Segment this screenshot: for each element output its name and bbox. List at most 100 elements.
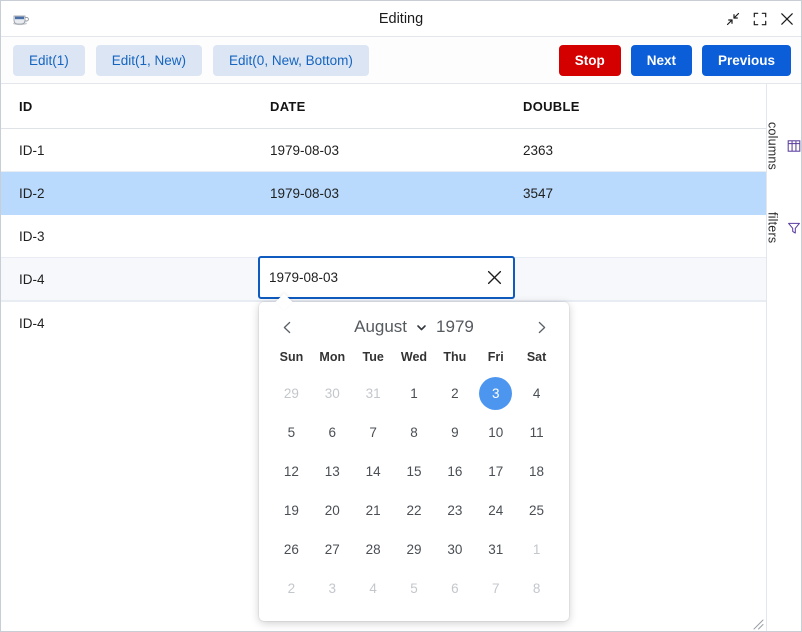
calendar-day-label: 31	[365, 386, 381, 401]
calendar-day-label: 3	[328, 581, 337, 596]
next-month-icon[interactable]	[530, 316, 552, 338]
calendar-day[interactable]: 5	[394, 569, 435, 608]
calendar-weekday-tue: Tue	[362, 350, 384, 364]
calendar-day[interactable]: 28	[353, 530, 394, 569]
minimize-icon[interactable]	[724, 10, 741, 27]
calendar-day-label: 30	[447, 542, 463, 557]
filter-funnel-icon	[785, 221, 802, 235]
calendar-year-label[interactable]: 1979	[436, 317, 474, 337]
grid-header-row: ID DATE DOUBLE	[1, 84, 766, 129]
calendar-day[interactable]: 12	[271, 452, 312, 491]
calendar-day[interactable]: 4	[516, 374, 557, 413]
column-header-id-label: ID	[19, 98, 33, 114]
calendar-day[interactable]: 26	[271, 530, 312, 569]
calendar-day[interactable]: 13	[312, 452, 353, 491]
calendar-day[interactable]: 2	[434, 374, 475, 413]
maximize-icon[interactable]	[751, 10, 768, 27]
calendar-day[interactable]: 24	[475, 491, 516, 530]
calendar-day[interactable]: 21	[353, 491, 394, 530]
column-header-date[interactable]: DATE	[249, 99, 501, 114]
calendar-day[interactable]: 27	[312, 530, 353, 569]
clear-date-icon[interactable]	[475, 258, 513, 297]
calendar-day[interactable]: 5	[271, 413, 312, 452]
calendar-day[interactable]: 22	[394, 491, 435, 530]
calendar-day[interactable]: 19	[271, 491, 312, 530]
calendar-day[interactable]: 1	[516, 530, 557, 569]
calendar-day[interactable]: 18	[516, 452, 557, 491]
column-header-double[interactable]: DOUBLE	[501, 99, 766, 114]
table-row[interactable]: ID-3	[1, 215, 766, 258]
calendar-day[interactable]: 31	[475, 530, 516, 569]
calendar-day[interactable]: 29	[271, 374, 312, 413]
cell-id: ID-1	[19, 142, 45, 158]
column-header-id[interactable]: ID	[1, 99, 249, 114]
window-controls	[724, 1, 795, 36]
calendar-day[interactable]: 9	[434, 413, 475, 452]
calendar-day[interactable]: 4	[353, 569, 394, 608]
calendar-day-label: 6	[328, 425, 337, 440]
calendar-day[interactable]: 7	[475, 569, 516, 608]
previous-button[interactable]: Previous	[701, 44, 791, 76]
calendar-weekday-fri: Fri	[487, 350, 504, 364]
calendar-day[interactable]: 2	[271, 569, 312, 608]
calendar-day-label: 12	[283, 464, 299, 479]
date-input[interactable]	[260, 258, 475, 297]
calendar-day-label: 22	[406, 503, 422, 518]
calendar-day[interactable]: 1	[394, 374, 435, 413]
calendar-weekday-wed: Wed	[400, 350, 428, 364]
calendar-day-label: 25	[529, 503, 545, 518]
calendar-day[interactable]: 25	[516, 491, 557, 530]
calendar-day-label: 13	[324, 464, 340, 479]
calendar-day[interactable]: 8	[394, 413, 435, 452]
calendar-day[interactable]: 6	[312, 413, 353, 452]
calendar-day[interactable]: 17	[475, 452, 516, 491]
calendar-day[interactable]: 16	[434, 452, 475, 491]
calendar-day[interactable]: 11	[516, 413, 557, 452]
next-button[interactable]: Next	[630, 44, 692, 76]
calendar-day[interactable]: 14	[353, 452, 394, 491]
calendar-day-label: 9	[451, 425, 459, 440]
cell-double: 2363	[523, 142, 554, 158]
table-row[interactable]: ID-1 1979-08-03 2363	[1, 129, 766, 172]
calendar-day-selected[interactable]: 3	[475, 374, 516, 413]
chevron-down-icon[interactable]	[415, 321, 428, 334]
close-icon[interactable]	[778, 10, 795, 27]
calendar-day[interactable]: 23	[434, 491, 475, 530]
calendar-day[interactable]: 15	[394, 452, 435, 491]
table-row[interactable]: ID-2 1979-08-03 3547	[1, 172, 766, 215]
edit-1-new-button[interactable]: Edit(1, New)	[95, 44, 203, 76]
calendar-day[interactable]: 8	[516, 569, 557, 608]
calendar-day[interactable]: 30	[434, 530, 475, 569]
calendar-day-label: 28	[365, 542, 381, 557]
date-cell-editor	[258, 256, 515, 299]
calendar-day[interactable]: 29	[394, 530, 435, 569]
calendar-day[interactable]: 7	[353, 413, 394, 452]
sidebar-item-filters[interactable]: filters	[766, 212, 802, 243]
calendar-day-label: 4	[532, 386, 541, 401]
calendar-day-label: 7	[369, 425, 377, 440]
edit-0-new-bottom-button[interactable]: Edit(0, New, Bottom)	[213, 44, 369, 76]
calendar-day[interactable]: 3	[312, 569, 353, 608]
calendar-day[interactable]: 10	[475, 413, 516, 452]
resize-grip[interactable]	[751, 617, 764, 630]
calendar-header: August 1979	[259, 310, 569, 344]
calendar-day-label: 14	[365, 464, 381, 479]
prev-month-icon[interactable]	[276, 316, 298, 338]
calendar-day-label: 11	[529, 425, 544, 440]
stop-button[interactable]: Stop	[558, 44, 621, 76]
calendar-day-label: 31	[488, 542, 504, 557]
cell-id: ID-2	[19, 185, 45, 201]
calendar-day[interactable]: 31	[353, 374, 394, 413]
sidebar-item-columns[interactable]: columns	[766, 122, 802, 170]
calendar-day[interactable]: 30	[312, 374, 353, 413]
calendar-day[interactable]: 20	[312, 491, 353, 530]
calendar-day-label: 15	[406, 464, 422, 479]
side-rail: columns filters	[766, 84, 802, 631]
calendar-month-label[interactable]: August	[354, 317, 407, 337]
calendar-day-label: 27	[324, 542, 340, 557]
window-title: Editing	[378, 10, 424, 27]
calendar-day[interactable]: 6	[434, 569, 475, 608]
data-grid: ID DATE DOUBLE ID-1 1979-08-03 2363 ID-2…	[1, 84, 766, 631]
calendar-day-label: 8	[410, 425, 418, 440]
edit-1-button[interactable]: Edit(1)	[13, 44, 85, 76]
